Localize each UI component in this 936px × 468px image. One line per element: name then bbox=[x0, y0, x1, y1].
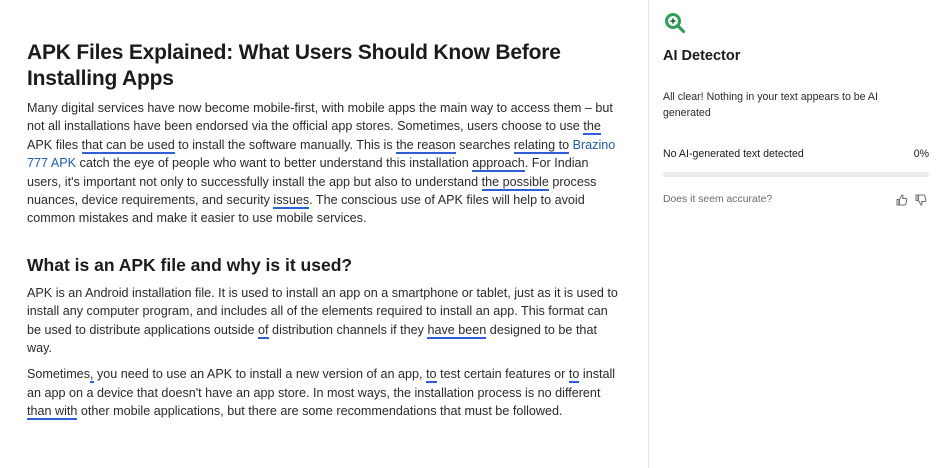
suggestion-underline[interactable]: the possible bbox=[481, 174, 549, 191]
panel-title: AI Detector bbox=[663, 48, 741, 64]
ai-detector-panel: AI Detector All clear! Nothing in your t… bbox=[648, 0, 936, 468]
suggestion-underline[interactable]: have been bbox=[427, 322, 487, 339]
suggestion-underline[interactable]: relating to bbox=[513, 137, 570, 154]
paragraph-apk-definition: APK is an Android installation file. It … bbox=[27, 285, 618, 356]
suggestion-underline[interactable]: of bbox=[258, 322, 269, 339]
feedback-question: Does it seem accurate? bbox=[663, 194, 773, 205]
document-body[interactable]: APK Files Explained: What Users Should K… bbox=[27, 40, 623, 429]
suggestion-underline[interactable]: the reason bbox=[396, 137, 456, 154]
document-editor[interactable]: APK Files Explained: What Users Should K… bbox=[0, 0, 648, 468]
paragraph-intro: Many digital services have now become mo… bbox=[27, 101, 616, 226]
suggestion-underline[interactable]: than with bbox=[27, 404, 78, 421]
section-heading: What is an APK file and why is it used? bbox=[27, 254, 353, 275]
suggestion-underline[interactable]: approach bbox=[472, 156, 525, 173]
document-title: APK Files Explained: What Users Should K… bbox=[27, 41, 561, 90]
magnifier-sparkle-icon bbox=[665, 13, 686, 34]
thumbs-down-icon[interactable] bbox=[915, 194, 927, 206]
detection-message: All clear! Nothing in your text appears … bbox=[663, 91, 878, 119]
suggestion-underline[interactable]: issues bbox=[273, 193, 310, 210]
feedback-buttons bbox=[896, 194, 927, 206]
suggestion-underline[interactable]: that can be used bbox=[81, 137, 175, 154]
suggestion-underline[interactable]: to bbox=[568, 367, 580, 384]
paragraph-apk-usage: Sometimes, you need to use an APK to ins… bbox=[27, 367, 616, 421]
suggestion-underline[interactable]: to bbox=[426, 367, 437, 384]
result-percentage: 0% bbox=[913, 148, 929, 160]
thumbs-up-icon[interactable] bbox=[896, 194, 908, 206]
result-progress-bar bbox=[663, 172, 929, 177]
suggestion-underline[interactable]: the bbox=[583, 119, 601, 136]
result-label: No AI-generated text detected bbox=[663, 148, 804, 160]
